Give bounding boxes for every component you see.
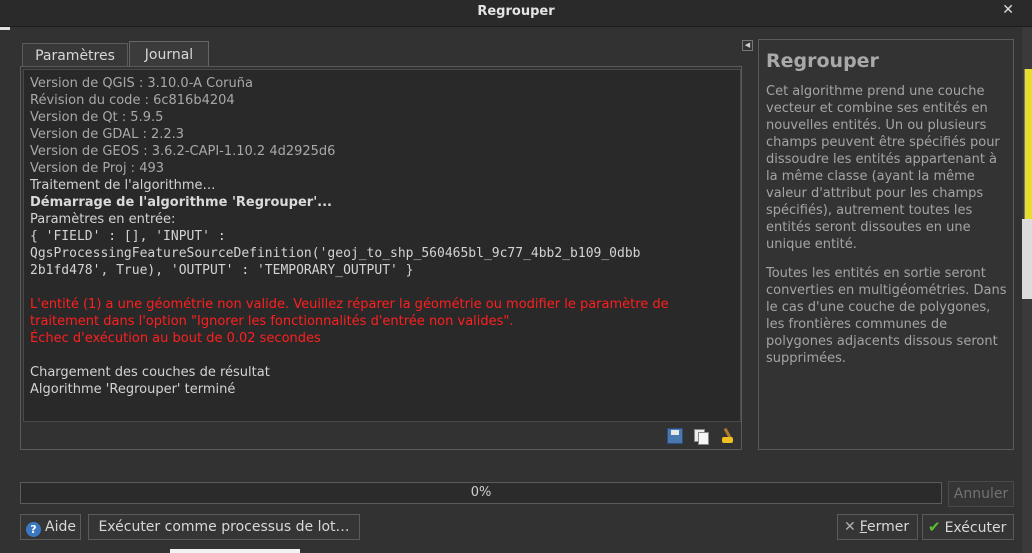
help-title: Regrouper bbox=[766, 50, 879, 72]
help-icon: ? bbox=[26, 522, 41, 537]
batch-process-button[interactable]: Exécuter comme processus de lot… bbox=[88, 514, 360, 540]
log-line: Chargement des couches de résultat bbox=[30, 365, 270, 380]
log-line: Version de QGIS : 3.10.0-A Coruña bbox=[30, 76, 253, 91]
log-line: Version de Qt : 5.9.5 bbox=[30, 110, 164, 125]
progress-text: 0% bbox=[470, 485, 492, 500]
close-icon[interactable]: ✕ bbox=[1002, 2, 1014, 18]
progress-bar: 0% bbox=[20, 482, 942, 504]
save-icon[interactable] bbox=[667, 428, 683, 444]
log-line: Paramètres en entrée: bbox=[30, 212, 176, 227]
log-params-line: QgsProcessingFeatureSourceDefinition('ge… bbox=[30, 246, 641, 261]
log-line: Version de Proj : 493 bbox=[30, 161, 165, 176]
copy-icon[interactable] bbox=[693, 428, 709, 445]
clear-icon[interactable] bbox=[719, 428, 735, 444]
log-line: Révision du code : 6c816b4204 bbox=[30, 93, 235, 108]
journal-panel: Version de QGIS : 3.10.0-A Coruña Révisi… bbox=[20, 66, 742, 450]
window-title: Regrouper bbox=[477, 4, 555, 19]
log-line: Démarrage de l'algorithme 'Regrouper'... bbox=[30, 195, 332, 210]
log-line: Traitement de l'algorithme… bbox=[30, 178, 216, 193]
log-error-line: Échec d'exécution au bout de 0.02 second… bbox=[30, 331, 321, 346]
run-button[interactable]: ✔ Exécuter bbox=[922, 514, 1014, 540]
close-x-icon: ✕ bbox=[844, 519, 856, 535]
log-output[interactable]: Version de QGIS : 3.10.0-A Coruña Révisi… bbox=[23, 69, 741, 422]
title-bar: Regrouper ✕ bbox=[0, 0, 1032, 27]
background-map-edge bbox=[1022, 27, 1032, 553]
run-button-label: Exécuter bbox=[944, 520, 1007, 536]
help-paragraph: Toutes les entités en sortie seront conv… bbox=[766, 266, 1007, 366]
log-error-line: traitement dans l'option "Ignorer les fo… bbox=[30, 314, 514, 329]
help-paragraph: Cet algorithme prend une couche vecteur … bbox=[766, 84, 1000, 252]
close-button-mnemonic: F bbox=[859, 519, 868, 535]
collapse-help-button[interactable]: ◀ bbox=[742, 40, 753, 51]
tab-parametres[interactable]: Paramètres bbox=[22, 43, 128, 67]
help-panel: Regrouper Cet algorithme prend une couch… bbox=[758, 39, 1014, 450]
log-line: Version de GDAL : 2.2.3 bbox=[30, 127, 185, 142]
cancel-button[interactable]: Annuler bbox=[948, 481, 1014, 507]
log-line: Algorithme 'Regrouper' terminé bbox=[30, 382, 236, 397]
log-toolbar bbox=[667, 428, 735, 445]
tab-journal[interactable]: Journal bbox=[129, 41, 209, 67]
log-params-line: 2b1fd478', True), 'OUTPUT' : 'TEMPORARY_… bbox=[30, 263, 414, 278]
help-button[interactable]: ? Aide bbox=[20, 514, 81, 540]
log-params-line: { 'FIELD' : [], 'INPUT' : bbox=[30, 229, 226, 244]
close-button[interactable]: ✕ Fermer bbox=[837, 514, 918, 540]
help-button-label: Aide bbox=[45, 519, 76, 535]
log-line: Version de GEOS : 3.6.2-CAPI-1.10.2 4d29… bbox=[30, 144, 336, 159]
log-error-line: L'entité (1) a une géométrie non valide.… bbox=[30, 297, 669, 312]
close-button-label: ermer bbox=[867, 519, 910, 535]
check-icon: ✔ bbox=[928, 518, 941, 536]
